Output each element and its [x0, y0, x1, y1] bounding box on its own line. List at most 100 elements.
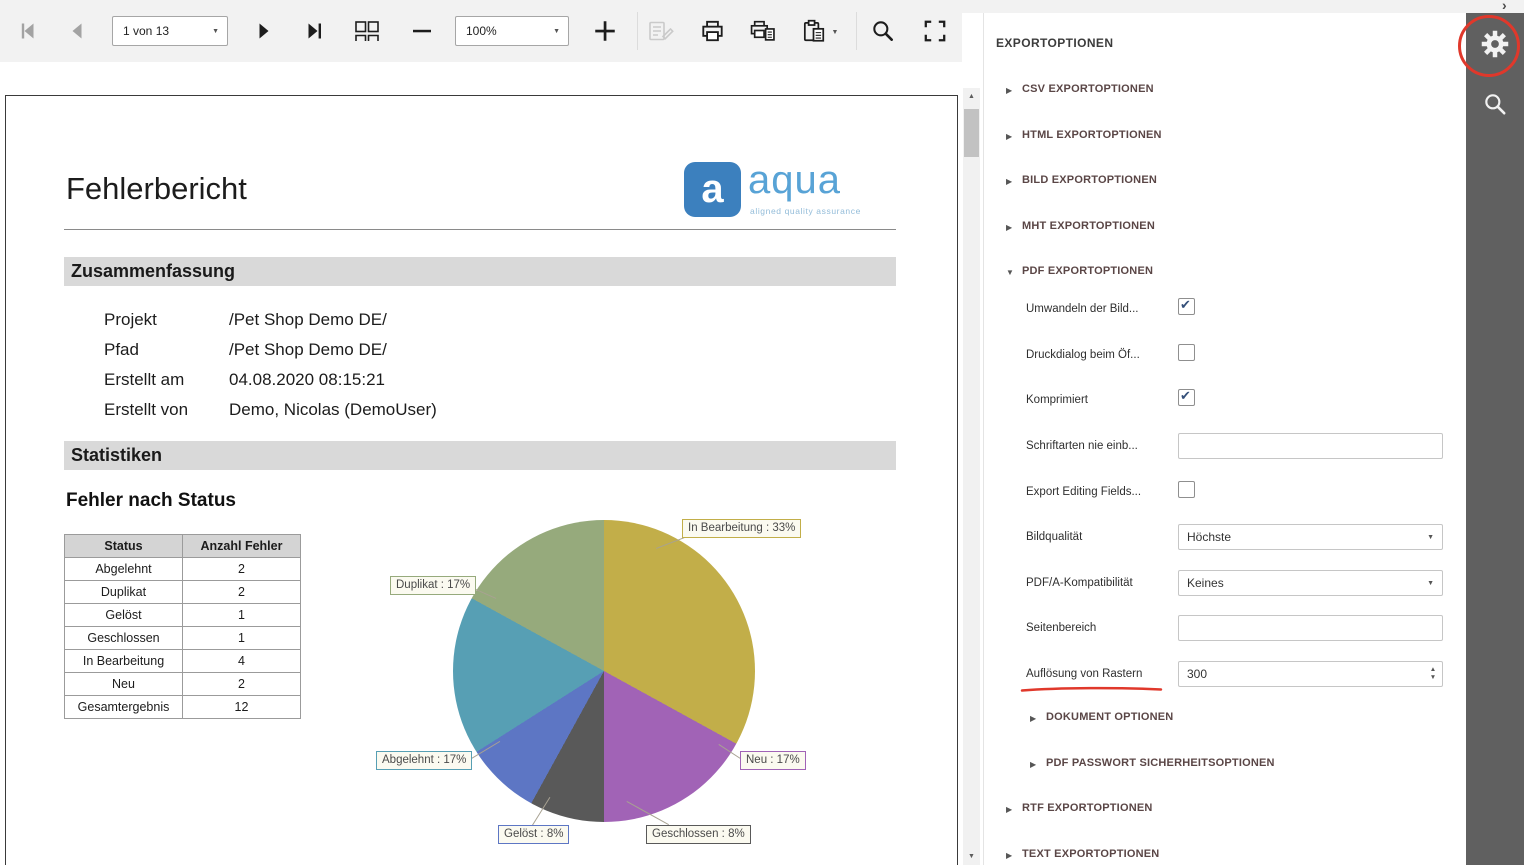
- multipage-view-icon: [353, 19, 381, 46]
- status-table: Status Anzahl Fehler Abgelehnt2 Duplikat…: [64, 534, 301, 719]
- export-button[interactable]: ▼: [793, 13, 845, 51]
- chevron-right-icon: ▶: [1006, 86, 1012, 95]
- aqua-logo-text: aqua: [748, 158, 841, 203]
- section-rtf-exportoptionen[interactable]: ▶ RTF EXPORTOPTIONEN: [984, 801, 1466, 819]
- cell-count: 2: [183, 581, 301, 604]
- first-page-button[interactable]: [8, 13, 46, 51]
- fullscreen-button[interactable]: [916, 13, 954, 51]
- panel-search-button[interactable]: [1466, 79, 1524, 131]
- zoom-out-button[interactable]: [403, 13, 441, 51]
- cell-status: Neu: [65, 673, 183, 696]
- seitenbereich-input[interactable]: [1178, 615, 1443, 641]
- previous-page-button[interactable]: [58, 13, 96, 51]
- print-button[interactable]: [693, 13, 731, 51]
- arrow-down-icon: ▼: [968, 853, 975, 860]
- option-label: Auflösung von Rastern: [1026, 659, 1142, 689]
- schriftarten-nie-einb-input[interactable]: [1178, 433, 1443, 459]
- summary-label: Projekt: [104, 310, 157, 330]
- chart-heading: Fehler nach Status: [66, 490, 236, 512]
- report-page: Fehlerbericht a aqua aligned quality ass…: [5, 95, 958, 865]
- last-page-button[interactable]: [296, 13, 334, 51]
- column-header: Anzahl Fehler: [183, 535, 301, 558]
- document-area: Fehlerbericht a aqua aligned quality ass…: [0, 62, 962, 865]
- bildqualitaet-select[interactable]: Höchste ▼: [1178, 524, 1443, 550]
- panel-collapse-button[interactable]: ›: [1502, 0, 1507, 13]
- druckdialog-checkbox[interactable]: ✔: [1178, 344, 1195, 361]
- option-row: Auflösung von Rastern 300 ▲ ▼: [984, 659, 1466, 689]
- cell-count: 1: [183, 627, 301, 650]
- section-pdf-passwort-sicherheitsoptionen[interactable]: ▶ PDF PASSWORT SICHERHEITSOPTIONEN: [984, 756, 1466, 774]
- scroll-up-button[interactable]: ▲: [963, 88, 980, 105]
- aufloesung-von-rastern-spinner[interactable]: 300 ▲ ▼: [1178, 661, 1443, 687]
- cell-count: 2: [183, 673, 301, 696]
- settings-gear-button[interactable]: [1466, 19, 1524, 71]
- printer-icon: [699, 18, 726, 47]
- table-row: Neu2: [65, 673, 301, 696]
- spinner-down-icon[interactable]: ▼: [1430, 674, 1436, 682]
- section-dokument-optionen[interactable]: ▶ DOKUMENT OPTIONEN: [984, 710, 1466, 728]
- option-row: Druckdialog beim Öf... ✔: [984, 340, 1466, 370]
- chevron-down-icon: ▼: [1427, 580, 1434, 587]
- section-label: MHT EXPORTOPTIONEN: [1022, 220, 1155, 232]
- option-label: Seitenbereich: [1026, 613, 1096, 643]
- cell-status: Geschlossen: [65, 627, 183, 650]
- scrollbar-thumb[interactable]: [964, 109, 979, 157]
- table-row: Gelöst1: [65, 604, 301, 627]
- chevron-right-icon: ▶: [1006, 132, 1012, 141]
- table-row: Abgelehnt2: [65, 558, 301, 581]
- highlight-editing-fields-button[interactable]: [642, 13, 680, 51]
- editing-fields-icon: [647, 19, 675, 46]
- option-label: Bildqualität: [1026, 522, 1082, 552]
- check-icon: ✔: [1180, 297, 1191, 313]
- pie-label-neu: Neu : 17%: [740, 751, 806, 770]
- umwandeln-der-bild-checkbox[interactable]: ✔: [1178, 298, 1195, 315]
- pdfa-kompatibilitaet-select[interactable]: Keines ▼: [1178, 570, 1443, 596]
- scroll-down-button[interactable]: ▼: [963, 848, 980, 865]
- cell-count: 4: [183, 650, 301, 673]
- section-bild-exportoptionen[interactable]: ▶ BILD EXPORTOPTIONEN: [984, 173, 1466, 191]
- chevron-right-icon: ▶: [1006, 805, 1012, 814]
- export-editing-fields-checkbox[interactable]: ✔: [1178, 481, 1195, 498]
- section-label: PDF EXPORTOPTIONEN: [1022, 265, 1153, 277]
- section-header-summary: Zusammenfassung: [64, 257, 896, 286]
- section-label: RTF EXPORTOPTIONEN: [1022, 802, 1153, 814]
- aqua-logo-mark: a: [684, 162, 741, 217]
- next-page-button[interactable]: [245, 13, 283, 51]
- chevron-right-icon: ▶: [1006, 851, 1012, 860]
- chevron-down-icon: ▼: [832, 29, 839, 36]
- table-row: In Bearbeitung4: [65, 650, 301, 673]
- komprimiert-checkbox[interactable]: ✔: [1178, 389, 1195, 406]
- search-button[interactable]: [864, 13, 902, 51]
- summary-label: Erstellt am: [104, 370, 184, 390]
- section-csv-exportoptionen[interactable]: ▶ CSV EXPORTOPTIONEN: [984, 82, 1466, 100]
- option-row: Export Editing Fields... ✔: [984, 477, 1466, 507]
- table-row: Duplikat2: [65, 581, 301, 604]
- section-mht-exportoptionen[interactable]: ▶ MHT EXPORTOPTIONEN: [984, 219, 1466, 237]
- summary-row: Pfad /Pet Shop Demo DE/: [6, 340, 957, 360]
- last-page-icon: [303, 19, 327, 46]
- zoom-in-button[interactable]: [586, 13, 624, 51]
- section-pdf-exportoptionen[interactable]: ▼ PDF EXPORTOPTIONEN: [984, 264, 1466, 282]
- next-page-icon: [252, 19, 276, 46]
- section-text-exportoptionen[interactable]: ▶ TEXT EXPORTOPTIONEN: [984, 847, 1466, 865]
- zoom-select[interactable]: 100% ▼: [455, 16, 569, 46]
- summary-value: 04.08.2020 08:15:21: [229, 370, 385, 390]
- page-layout-button[interactable]: [348, 13, 386, 51]
- page-number-select[interactable]: 1 von 13 ▼: [112, 16, 228, 46]
- summary-row: Projekt /Pet Shop Demo DE/: [6, 310, 957, 330]
- chevron-right-icon: ▶: [1030, 760, 1036, 769]
- summary-value: /Pet Shop Demo DE/: [229, 310, 387, 330]
- panel-topbar: ›: [962, 0, 1524, 13]
- previous-page-icon: [65, 19, 89, 46]
- section-label: HTML EXPORTOPTIONEN: [1022, 129, 1162, 141]
- right-toolbar: [1466, 13, 1524, 865]
- chevron-down-icon: ▼: [212, 28, 219, 35]
- spinner-up-icon[interactable]: ▲: [1430, 666, 1436, 674]
- section-label: BILD EXPORTOPTIONEN: [1022, 174, 1157, 186]
- section-html-exportoptionen[interactable]: ▶ HTML EXPORTOPTIONEN: [984, 128, 1466, 146]
- aqua-logo-tagline: aligned quality assurance: [750, 206, 861, 216]
- cell-status: Duplikat: [65, 581, 183, 604]
- section-label: DOKUMENT OPTIONEN: [1046, 711, 1173, 723]
- quick-print-button[interactable]: [743, 13, 781, 51]
- summary-label: Pfad: [104, 340, 139, 360]
